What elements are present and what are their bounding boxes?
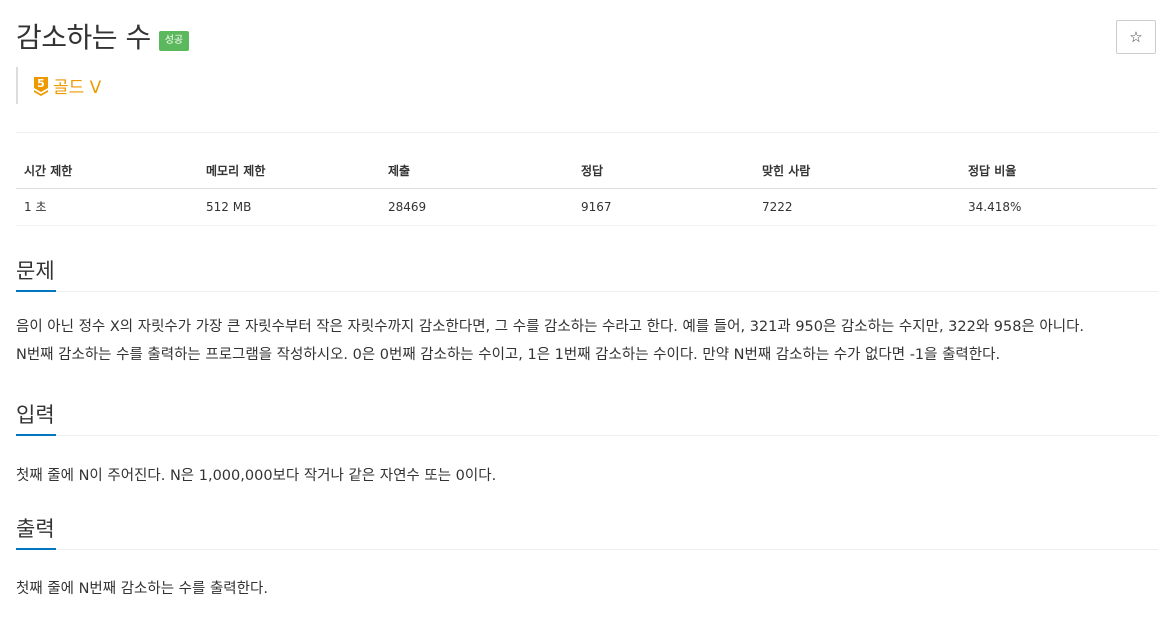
star-icon: ☆	[1129, 28, 1143, 46]
tier-info: 5 골드 V	[16, 67, 101, 104]
accepted-value: 9167	[573, 188, 754, 226]
section-underline	[16, 290, 56, 292]
input-body: 첫째 줄에 N이 주어진다. N은 1,000,000보다 작거나 같은 자연수…	[16, 468, 497, 484]
table-row: 1 초 512 MB 28469 9167 7222 34.418%	[16, 188, 1157, 226]
problem-info-table: 시간 제한 메모리 제한 제출 정답 맞힌 사람 정답 비율 1 초 512 M…	[16, 153, 1157, 226]
solved-users-value: 7222	[754, 188, 960, 226]
section-header: 출력	[16, 514, 1158, 550]
tier-label[interactable]: 골드 V	[53, 73, 101, 98]
table-header-row: 시간 제한 메모리 제한 제출 정답 맞힌 사람 정답 비율	[16, 153, 1157, 189]
description-body: 음이 아닌 정수 X의 자릿수가 가장 큰 자릿수부터 작은 자릿수까지 감소한…	[16, 313, 1158, 369]
divider	[16, 132, 1158, 133]
status-badge: 성공	[158, 31, 190, 51]
section-underline	[16, 434, 56, 436]
header-accepted: 정답	[573, 153, 754, 189]
description-section: 문제 음이 아닌 정수 X의 자릿수가 가장 큰 자릿수부터 작은 자릿수까지 …	[16, 256, 1158, 369]
description-line: N번째 감소하는 수를 출력하는 프로그램을 작성하시오. 0은 0번째 감소하…	[16, 347, 1001, 363]
memory-limit-value: 512 MB	[198, 188, 380, 226]
output-body: 첫째 줄에 N번째 감소하는 수를 출력한다.	[16, 581, 268, 597]
input-section: 입력 첫째 줄에 N이 주어진다. N은 1,000,000보다 작거나 같은 …	[16, 400, 1158, 490]
section-header: 입력	[16, 400, 1158, 436]
section-header: 문제	[16, 256, 1158, 292]
section-title-description: 문제	[16, 259, 55, 283]
section-title-output: 출력	[16, 517, 55, 541]
section-underline	[16, 548, 56, 550]
tier-number: 5	[37, 77, 45, 90]
problem-header: 감소하는 수 성공	[16, 18, 190, 58]
time-limit-value: 1 초	[16, 188, 198, 226]
page-title: 감소하는 수	[16, 21, 151, 54]
header-solved-users: 맞힌 사람	[754, 153, 960, 189]
header-accept-ratio: 정답 비율	[960, 153, 1157, 189]
header-time-limit: 시간 제한	[16, 153, 198, 189]
header-memory-limit: 메모리 제한	[198, 153, 380, 189]
star-button[interactable]: ☆	[1116, 20, 1156, 54]
problem-page: 감소하는 수 성공 ☆ 5 골드 V 시간 제한 메모리 제한 제출 정답 맞힌…	[0, 0, 1175, 617]
gold-tier-icon: 5	[33, 76, 49, 96]
accept-ratio-value: 34.418%	[960, 188, 1157, 226]
header-submissions: 제출	[380, 153, 573, 189]
submissions-value: 28469	[380, 188, 573, 226]
description-line: 음이 아닌 정수 X의 자릿수가 가장 큰 자릿수부터 작은 자릿수까지 감소한…	[16, 319, 1085, 335]
output-section: 출력 첫째 줄에 N번째 감소하는 수를 출력한다.	[16, 514, 1158, 603]
section-title-input: 입력	[16, 403, 55, 427]
